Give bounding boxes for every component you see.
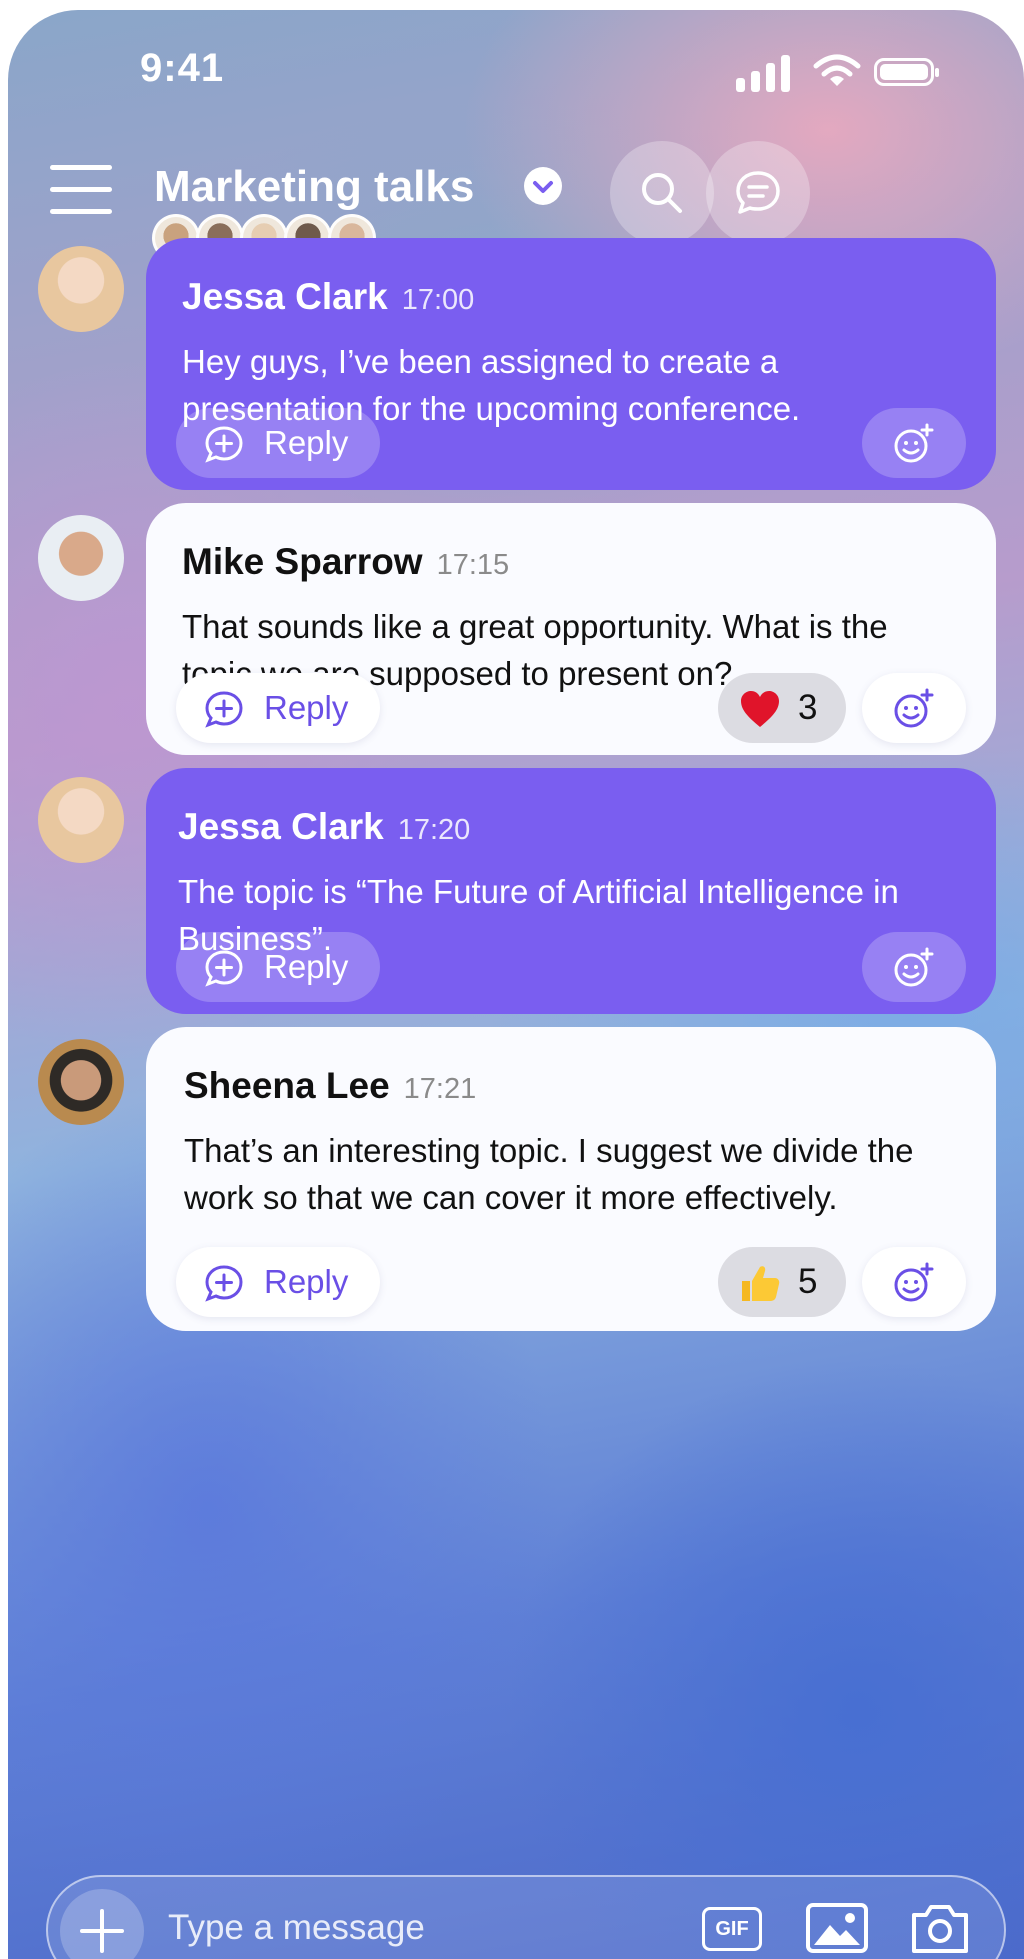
avatar-mike-sparrow[interactable]	[38, 515, 124, 601]
heart-icon	[741, 691, 779, 727]
phone-screen: 9:41 Marketing talks Jessa Clark 17:00 H…	[8, 10, 1024, 1959]
add-emoji-icon	[894, 1262, 934, 1302]
message-text: That’s an interesting topic. I suggest w…	[184, 1132, 914, 1216]
search-icon	[642, 173, 682, 213]
reply-button[interactable]: Reply	[176, 1247, 380, 1317]
reply-label: Reply	[264, 689, 349, 726]
message-bubble: Sheena Lee 17:21 That’s an interesting to…	[146, 1027, 996, 1331]
avatar-jessa-clark[interactable]	[38, 246, 124, 332]
message-bubble: Jessa Clark 17:00 Hey guys, I’ve been ass…	[146, 238, 996, 490]
add-emoji-icon	[894, 423, 934, 463]
reply-icon	[205, 426, 243, 463]
add-emoji-icon	[894, 947, 934, 987]
add-reaction-button[interactable]	[862, 932, 966, 1002]
chevron-down-icon[interactable]	[524, 167, 562, 205]
menu-button[interactable]	[50, 165, 112, 217]
chat-title[interactable]: Marketing talks	[154, 162, 474, 212]
status-time: 9:41	[140, 46, 225, 90]
reply-icon	[205, 1265, 243, 1302]
thumbs-up-icon	[742, 1266, 780, 1301]
battery-icon	[874, 58, 939, 86]
attach-button[interactable]	[60, 1889, 144, 1959]
add-reaction-button[interactable]	[862, 1247, 966, 1317]
reaction-chip[interactable]: 5	[718, 1247, 846, 1317]
wifi-icon	[813, 54, 861, 86]
add-reaction-button[interactable]	[862, 673, 966, 743]
message-sender: Mike Sparrow 17:15	[182, 541, 510, 582]
image-icon[interactable]	[806, 1903, 868, 1953]
message-time: 17:20	[397, 814, 471, 846]
reaction-count: 3	[798, 688, 818, 727]
search-button[interactable]	[610, 141, 714, 245]
reply-button[interactable]: Reply	[176, 408, 380, 478]
reaction-chip[interactable]: 3	[718, 673, 846, 743]
reply-icon	[205, 950, 243, 987]
threads-button[interactable]	[706, 141, 810, 245]
chat-bubble-icon	[736, 171, 780, 214]
add-reaction-button[interactable]	[862, 408, 966, 478]
message-time: 17:21	[403, 1073, 477, 1105]
message-bubble: Jessa Clark 17:20 The topic is “The Futur…	[146, 768, 996, 1014]
gif-button[interactable]: GIF	[702, 1907, 762, 1951]
reaction-count: 5	[798, 1262, 818, 1301]
message-sender: Jessa Clark 17:00	[182, 276, 475, 317]
avatar-sheena-lee[interactable]	[38, 1039, 124, 1125]
message-sender: Sheena Lee 17:21	[184, 1065, 477, 1106]
reply-button[interactable]: Reply	[176, 932, 380, 1002]
message-input[interactable]	[166, 1897, 570, 1959]
message-bubble: Mike Sparrow 17:15 That sounds like a gre…	[146, 503, 996, 755]
camera-icon[interactable]	[910, 1901, 970, 1955]
avatar-jessa-clark[interactable]	[38, 777, 124, 863]
add-emoji-icon	[894, 688, 934, 728]
message-composer: GIF	[46, 1875, 1006, 1959]
plus-icon	[80, 1909, 124, 1953]
signal-icon	[736, 52, 800, 92]
reply-button[interactable]: Reply	[176, 673, 380, 743]
message-time: 17:15	[436, 549, 510, 581]
reply-icon	[205, 691, 243, 728]
message-time: 17:00	[401, 284, 475, 316]
reply-label: Reply	[264, 1263, 349, 1300]
reply-label: Reply	[264, 424, 349, 461]
status-bar: 9:41	[8, 10, 1024, 110]
reply-label: Reply	[264, 948, 349, 985]
message-sender: Jessa Clark 17:20	[178, 806, 471, 847]
